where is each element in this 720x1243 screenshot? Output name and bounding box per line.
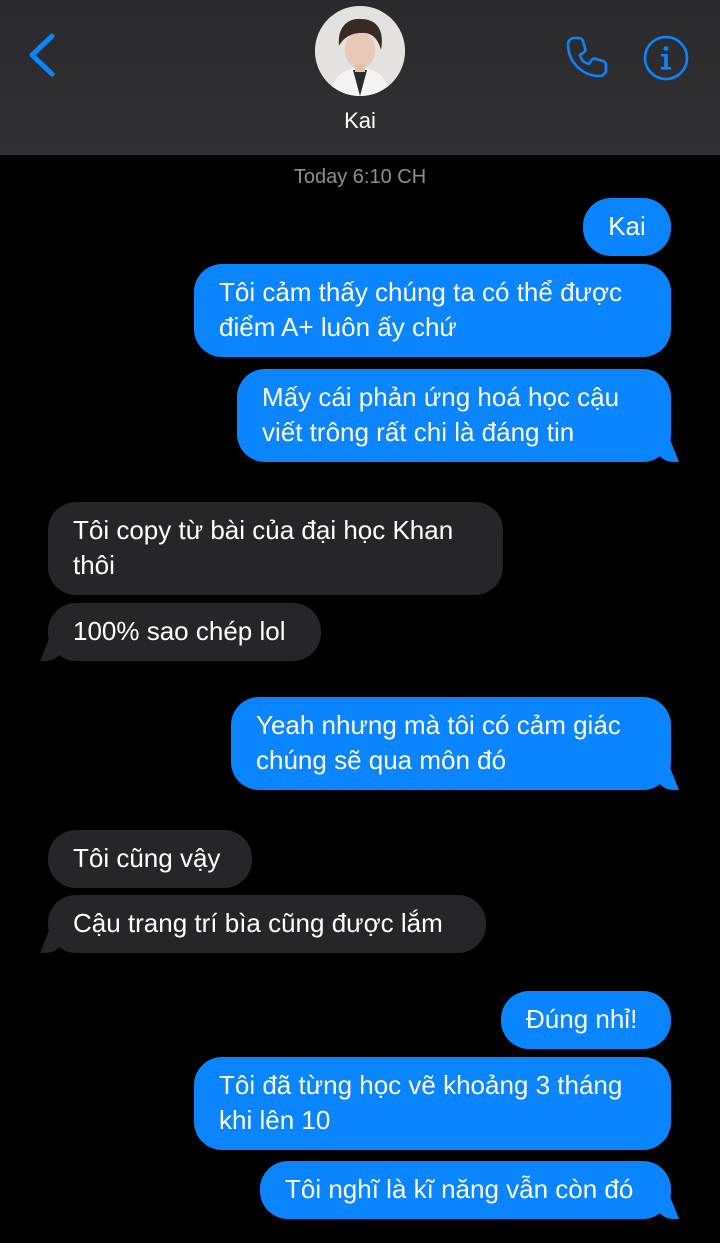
received-message[interactable]: Tôi cũng vậy [48,830,252,888]
message-timestamp: Today 6:10 CH [293,166,427,188]
sent-message[interactable]: Tôi đã từng học vẽ khoảng 3 tháng khi lê… [194,1057,671,1150]
call-button[interactable] [562,32,612,82]
received-message[interactable]: Tôi copy từ bài của đại học Khan thôi [48,502,503,595]
received-message[interactable]: Cậu trang trí bìa cũng được lắm [48,895,486,953]
sent-message[interactable]: Tôi cảm thấy chúng ta có thể được điểm A… [194,264,671,357]
chevron-left-icon [29,33,55,77]
sent-message[interactable]: Yeah nhưng mà tôi có cảm giác chúng sẽ q… [231,697,671,790]
phone-icon [566,36,608,78]
contact-name[interactable]: Kai [0,108,720,134]
sent-message[interactable]: Mấy cái phản ứng hoá học cậu viết trông … [237,369,671,462]
avatar-photo [315,6,405,96]
avatar[interactable] [315,6,405,96]
info-icon [643,35,689,81]
info-button[interactable] [642,34,690,82]
back-button[interactable] [22,30,62,80]
conversation-header: Kai [0,0,720,155]
sent-message[interactable]: Đúng nhỉ! [501,991,671,1049]
received-message[interactable]: 100% sao chép lol [48,603,321,661]
sent-message[interactable]: Kai [583,198,671,256]
sent-message[interactable]: Tôi nghĩ là kĩ năng vẫn còn đó [260,1161,671,1219]
